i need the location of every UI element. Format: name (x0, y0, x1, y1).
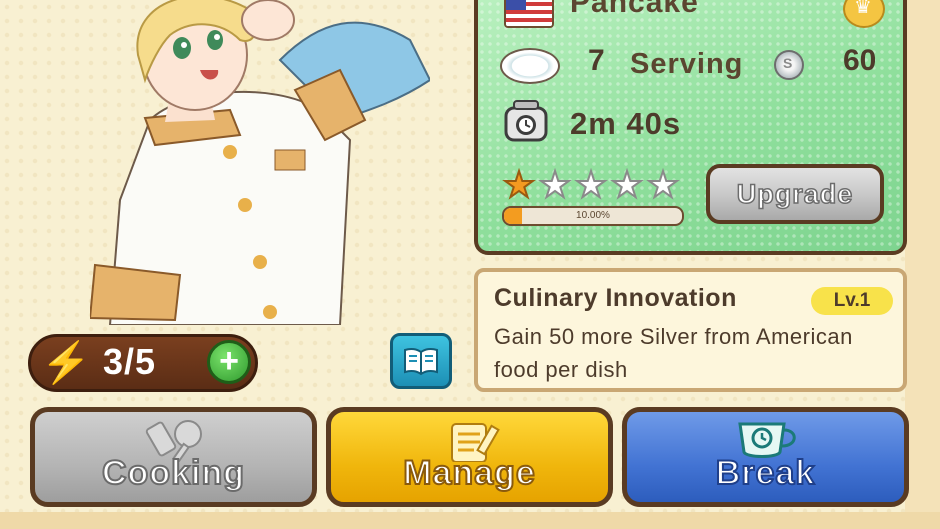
energy-counter: ⚡ 3/5 + (28, 334, 258, 392)
right-edge-band (905, 0, 940, 529)
silver-coin-icon (774, 50, 804, 80)
add-energy-button[interactable]: + (207, 340, 251, 384)
dish-info-card: Pancake 7 Serving 60 2m 40s ★ ★ ★ ★ ★ 10… (474, 0, 907, 255)
cook-time: 2m 40s (570, 106, 682, 141)
star-icon: ★ (574, 164, 608, 205)
serving-label: Serving (630, 48, 744, 80)
break-button[interactable]: Break (622, 407, 909, 507)
energy-value: 3/5 (103, 341, 157, 382)
star-icon: ★ (502, 164, 536, 205)
cooking-pot-timer-icon (504, 100, 548, 142)
cooking-button[interactable]: Cooking (30, 407, 317, 507)
break-label: Break (715, 453, 816, 493)
cooking-label: Cooking (101, 453, 245, 493)
skill-level-badge: Lv.1 (811, 287, 893, 315)
dish-name: Pancake (570, 0, 699, 19)
serving-count: 7 (588, 44, 605, 77)
manage-button[interactable]: Manage (326, 407, 613, 507)
bottom-edge-band (0, 512, 940, 529)
book-icon (404, 347, 438, 376)
silver-value: 60 (843, 44, 877, 77)
star-rating: ★ ★ ★ ★ ★ (502, 164, 680, 205)
upgrade-button[interactable]: Upgrade (706, 164, 884, 224)
skill-card: Culinary Innovation Lv.1 Gain 50 more Si… (474, 268, 907, 392)
skill-description: Gain 50 more Silver from American food p… (494, 324, 853, 382)
plate-icon (500, 48, 560, 84)
crown-icon[interactable] (843, 0, 885, 28)
star-icon: ★ (538, 164, 572, 205)
lightning-icon: ⚡ (40, 340, 92, 386)
star-icon: ★ (610, 164, 644, 205)
us-flag-icon (504, 0, 554, 28)
skill-title: Culinary Innovation (494, 284, 737, 312)
upgrade-progress-bar: 10.00% (502, 206, 684, 226)
manage-label: Manage (402, 453, 536, 493)
progress-label: 10.00% (576, 210, 610, 221)
star-icon: ★ (646, 164, 680, 205)
recipe-book-button[interactable] (390, 333, 452, 389)
chef-character-illustration (90, 0, 430, 325)
